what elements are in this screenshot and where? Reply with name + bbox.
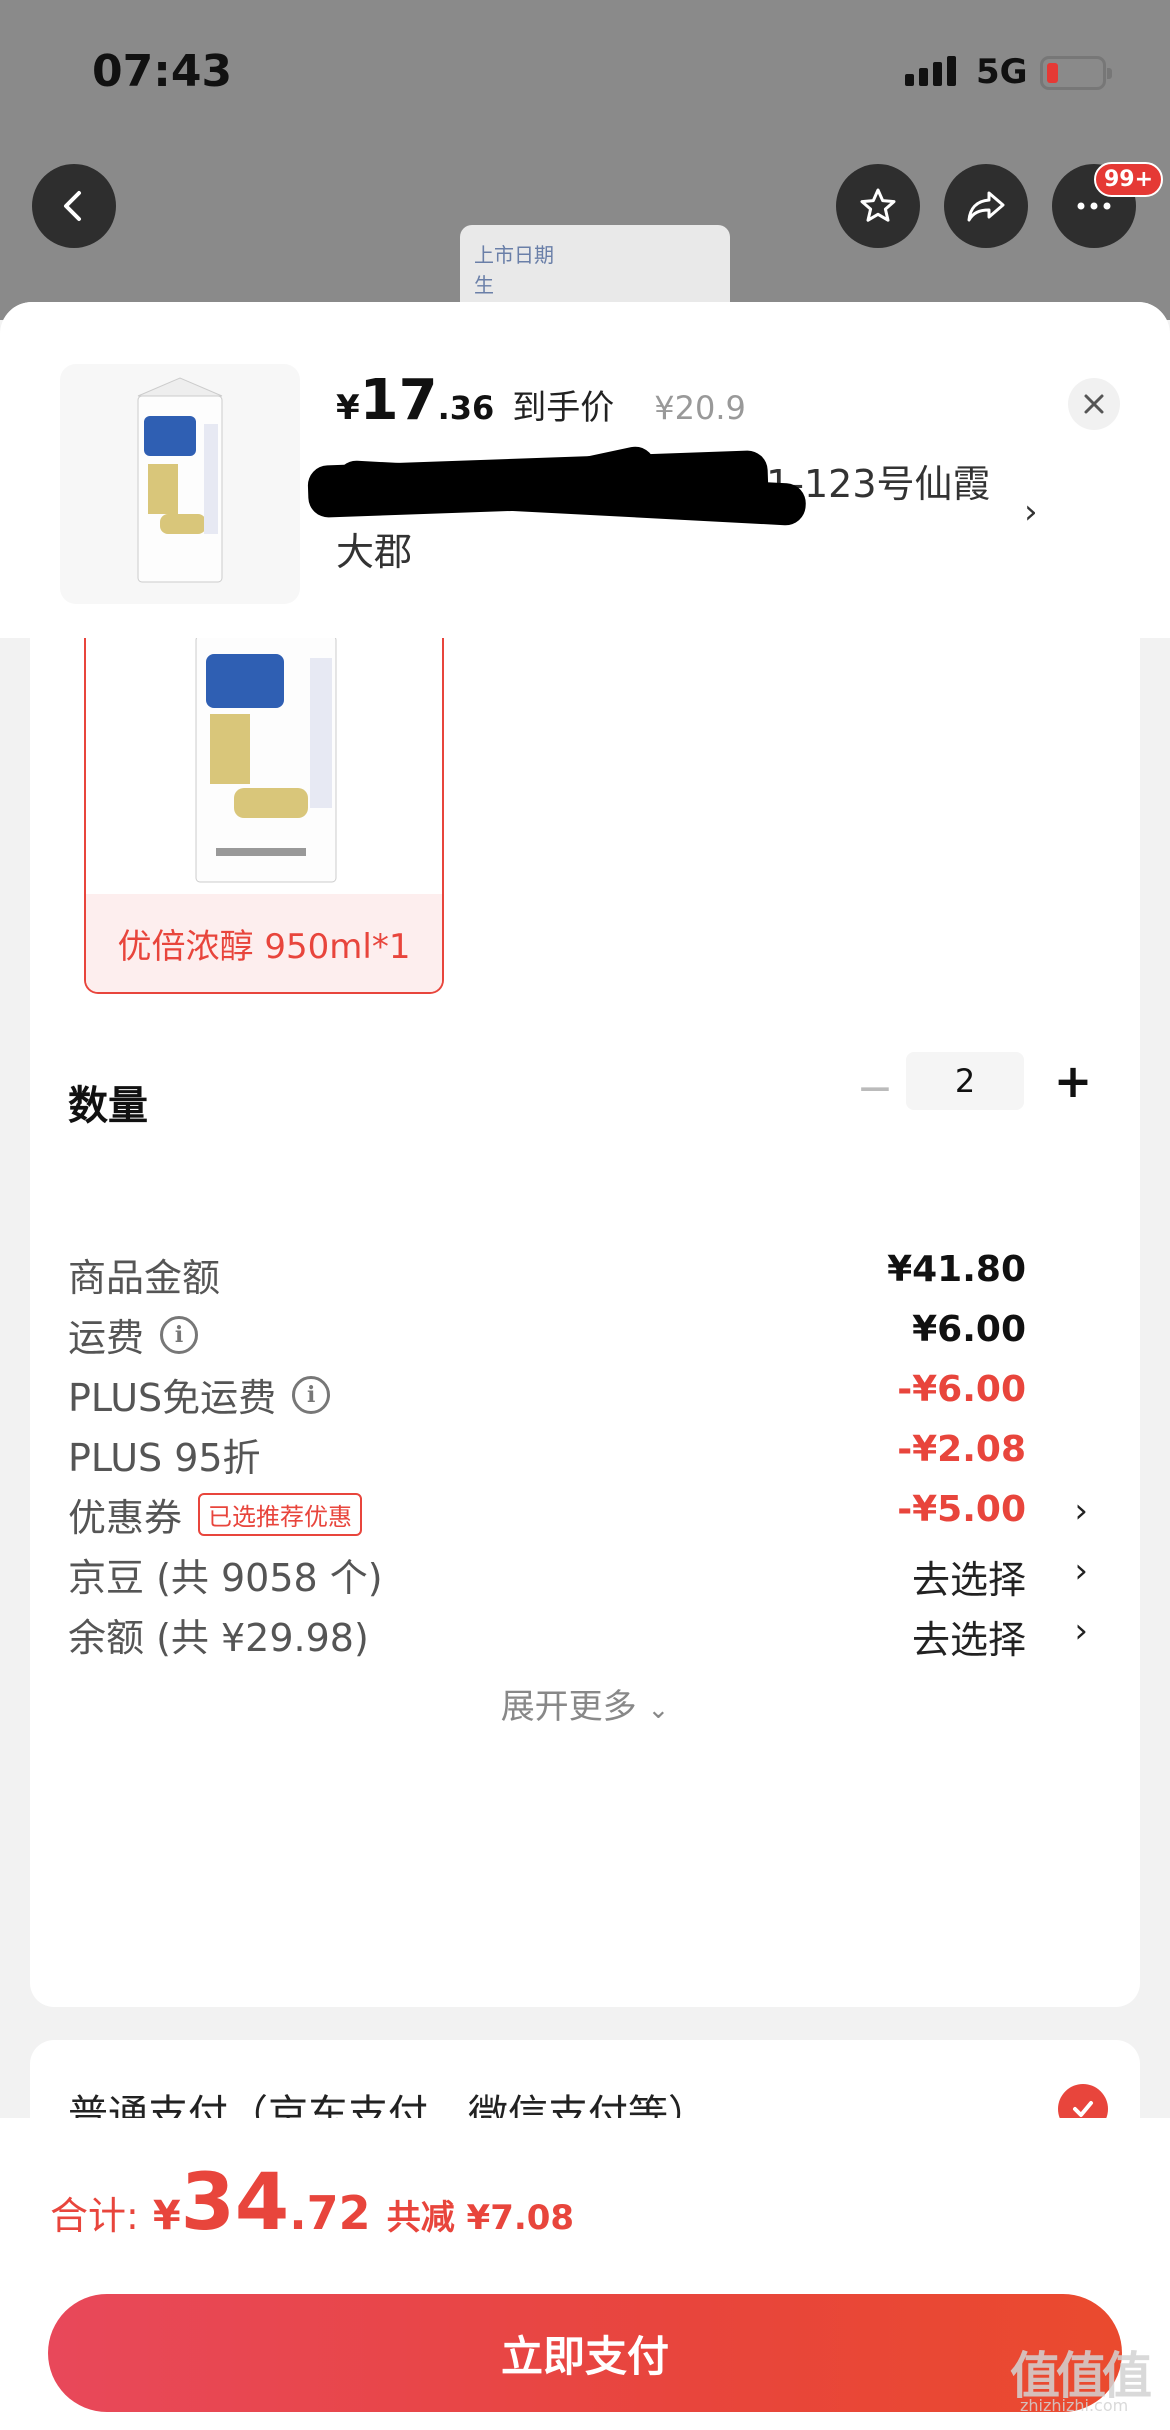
price-integer: 17 [359, 368, 438, 433]
row-label: PLUS 95折 [68, 1436, 261, 1480]
original-price: ¥20.9 [654, 389, 746, 427]
row-label: PLUS免运费 [68, 1376, 277, 1420]
notification-badge: 99+ [1094, 162, 1164, 197]
row-label: 余额 (共 ¥29.98) [68, 1616, 369, 1660]
favorite-button[interactable] [836, 164, 920, 248]
saving-amount: 共减 ¥7.08 [386, 2198, 575, 2238]
row-label-wrap: 优惠券 已选推荐优惠 [68, 1487, 363, 1542]
close-icon [1084, 394, 1104, 414]
quantity-decrease-button[interactable]: − [850, 1063, 900, 1114]
back-arrow-icon [64, 191, 81, 221]
spec-option-image [195, 635, 337, 883]
address-line-2: 大郡 [336, 530, 413, 574]
product-summary-header: ¥ 17 .36 到手价 ¥20.9 天 1-123号仙霞 大郡 › [0, 302, 1170, 638]
row-label: 商品金额 [68, 1256, 221, 1300]
background-product-text: 上市日期 [474, 243, 554, 267]
star-icon [860, 188, 896, 222]
expand-more-label: 展开更多 [500, 1687, 637, 1727]
row-plus-discount: PLUS 95折 -¥2.08 [68, 1427, 1108, 1487]
signal-icon [905, 56, 956, 86]
background-product-text-2: 生 [474, 273, 494, 297]
row-label: 京豆 (共 9058 个) [68, 1556, 383, 1600]
expand-more-button[interactable]: 展开更多 ⌄ [30, 1679, 1140, 1728]
price-row: ¥ 17 .36 到手价 ¥20.9 [336, 368, 746, 433]
price-symbol: ¥ [336, 388, 360, 428]
info-icon[interactable]: i [292, 1375, 331, 1414]
share-button[interactable] [944, 164, 1028, 248]
chevron-right-icon: › [1074, 1611, 1088, 1651]
chevron-down-icon: ⌄ [647, 1695, 670, 1725]
row-value: ¥41.80 [887, 1249, 1026, 1290]
info-icon[interactable]: i [160, 1315, 199, 1354]
watermark-url: zhizhizhi.com [1020, 2396, 1129, 2415]
row-value: 去选择 [911, 1558, 1026, 1602]
row-value: -¥6.00 [897, 1369, 1026, 1410]
total-decimal: .72 [289, 2186, 371, 2240]
product-thumbnail [60, 364, 300, 604]
quantity-label: 数量 [68, 1083, 148, 1129]
price-decimal: .36 [437, 389, 495, 427]
total-integer: 34 [180, 2158, 290, 2248]
row-label: 优惠券 [68, 1496, 183, 1540]
coupon-tag: 已选推荐优惠 [198, 1493, 363, 1536]
row-plus-free-shipping: PLUS免运费 i -¥6.00 [68, 1367, 1108, 1427]
row-coupon[interactable]: 优惠券 已选推荐优惠 -¥5.00 › [68, 1487, 1108, 1547]
back-button[interactable] [32, 164, 116, 248]
price-detail-card: 商品金额 ¥41.80 运费 i ¥6.00 PLUS免运费 i -¥6.00 … [30, 1217, 1140, 2007]
status-time: 07:43 [92, 46, 233, 97]
row-value: -¥2.08 [897, 1429, 1026, 1470]
total-row: 合计: ¥ 34 .72 共减 ¥7.08 [50, 2158, 574, 2248]
row-value: ¥6.00 [912, 1309, 1026, 1350]
close-button[interactable] [1068, 378, 1120, 430]
spec-option-label: 优倍浓醇 950ml*1 [86, 894, 442, 992]
network-type: 5G [976, 52, 1028, 92]
delivery-address[interactable]: 天 1-123号仙霞 大郡 [307, 443, 996, 586]
pay-now-button[interactable]: 立即支付 [48, 2294, 1122, 2412]
row-label-wrap: 运费 i [68, 1307, 199, 1362]
row-shipping: 运费 i ¥6.00 [68, 1307, 1108, 1367]
row-label: 运费 [68, 1316, 145, 1360]
total-label: 合计: [50, 2194, 139, 2238]
address-chevron-icon[interactable]: › [1024, 492, 1038, 532]
row-jingdou[interactable]: 京豆 (共 9058 个) 去选择 › [68, 1547, 1108, 1607]
row-goods-amount: 商品金额 ¥41.80 [68, 1247, 1108, 1307]
row-label-wrap: PLUS免运费 i [68, 1367, 331, 1422]
row-value: 去选择 [911, 1618, 1026, 1662]
quantity-input[interactable] [906, 1052, 1024, 1110]
total-symbol: ¥ [152, 2193, 181, 2239]
share-icon [967, 191, 1005, 222]
milk-carton-image [137, 377, 223, 583]
row-value: -¥5.00 [897, 1489, 1026, 1530]
row-balance[interactable]: 余额 (共 ¥29.98) 去选择 › [68, 1607, 1108, 1667]
battery-icon [1040, 56, 1112, 90]
status-bar: 07:43 5G [0, 0, 1170, 150]
checkout-bar: 合计: ¥ 34 .72 共减 ¥7.08 立即支付 [0, 2118, 1170, 2430]
final-price-tag: 到手价 [512, 388, 615, 428]
chevron-right-icon: › [1074, 1491, 1088, 1531]
spec-option-selected[interactable]: 优倍浓醇 950ml*1 [84, 608, 444, 994]
quantity-increase-button[interactable]: + [1048, 1054, 1098, 1108]
purchase-sheet: ¥ 17 .36 到手价 ¥20.9 天 1-123号仙霞 大郡 › 优倍浓醇 … [0, 302, 1170, 2430]
chevron-right-icon: › [1074, 1551, 1088, 1591]
